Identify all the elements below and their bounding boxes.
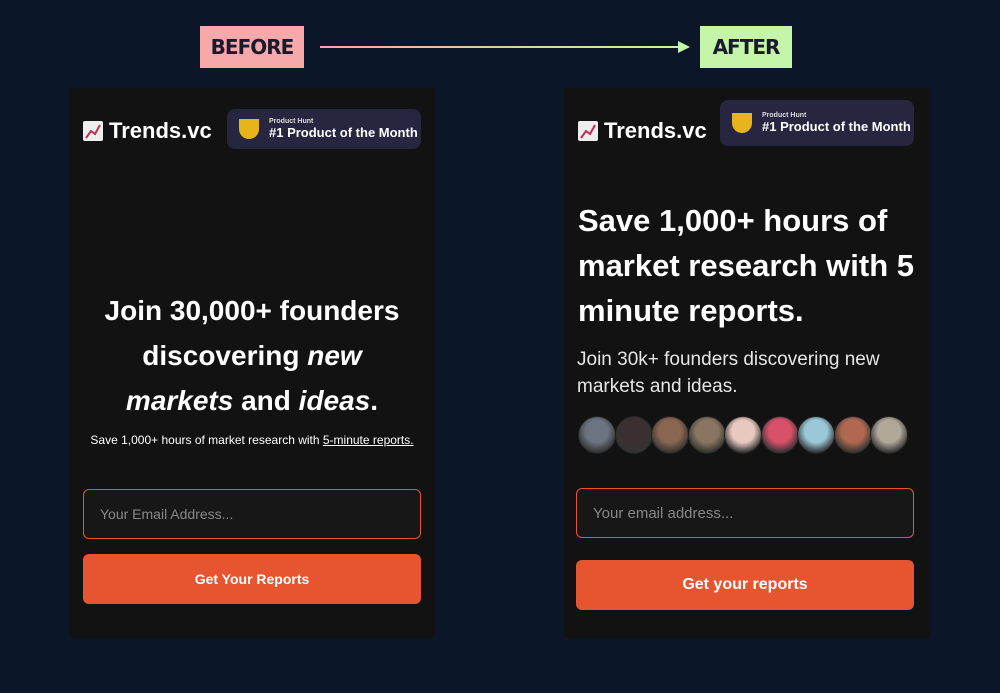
reports-link[interactable]: 5-minute reports. xyxy=(323,433,414,447)
headline-line: discovering new xyxy=(69,333,435,378)
avatar xyxy=(870,416,908,454)
trophy-icon xyxy=(732,113,752,133)
badge-title: #1 Product of the Month xyxy=(269,125,418,140)
after-label: AFTER xyxy=(700,26,792,68)
email-input[interactable]: Your Email Address... xyxy=(83,489,421,539)
headline: Save 1,000+ hours of market research wit… xyxy=(578,203,915,328)
product-hunt-badge[interactable]: Product Hunt #1 Product of the Month xyxy=(227,109,421,149)
trophy-icon xyxy=(239,119,259,139)
headline-text: . xyxy=(370,385,379,416)
after-panel: Trends.vc Product Hunt #1 Product of the… xyxy=(564,88,930,638)
get-reports-button[interactable]: Get your reports xyxy=(576,560,914,610)
before-panel: Trends.vc Product Hunt #1 Product of the… xyxy=(69,88,435,638)
headline: Join 30,000+ founders discovering new ma… xyxy=(69,288,435,423)
before-label: BEFORE xyxy=(200,26,304,68)
avatar xyxy=(614,416,653,454)
subheadline: Join 30k+ founders discovering new marke… xyxy=(577,349,880,397)
headline-emphasis: ideas xyxy=(298,385,371,416)
headline-line: Join 30,000+ founders xyxy=(104,295,400,326)
avatar xyxy=(833,416,872,454)
logo[interactable]: Trends.vc xyxy=(83,118,212,144)
badge-label: Product Hunt xyxy=(762,112,807,119)
avatar xyxy=(578,416,616,454)
badge-label: Product Hunt xyxy=(269,118,314,125)
avatar xyxy=(724,416,762,454)
email-input[interactable]: Your email address... xyxy=(576,488,914,538)
avatar xyxy=(687,416,726,454)
get-reports-button[interactable]: Get Your Reports xyxy=(83,554,421,604)
logo-text: Trends.vc xyxy=(109,118,212,143)
chart-trend-icon xyxy=(578,121,598,141)
headline-text: discovering xyxy=(142,340,308,371)
subheadline: Save 1,000+ hours of market research wit… xyxy=(89,431,415,449)
chart-trend-icon xyxy=(83,121,103,141)
product-hunt-badge[interactable]: Product Hunt #1 Product of the Month xyxy=(720,100,914,146)
avatar xyxy=(760,416,799,454)
arrow-line xyxy=(320,46,684,48)
headline-line: markets and ideas. xyxy=(69,378,435,423)
avatar xyxy=(651,416,689,454)
subheadline-text: Save 1,000+ hours of market research wit… xyxy=(90,433,323,447)
founder-avatars xyxy=(578,416,908,454)
badge-title: #1 Product of the Month xyxy=(762,119,911,134)
logo[interactable]: Trends.vc xyxy=(578,118,707,144)
avatar xyxy=(797,416,835,454)
headline-emphasis: new xyxy=(307,340,362,371)
headline-emphasis: markets xyxy=(125,385,234,416)
logo-text: Trends.vc xyxy=(604,118,707,143)
headline-text: and xyxy=(233,385,299,416)
arrow-head-icon xyxy=(678,41,690,53)
